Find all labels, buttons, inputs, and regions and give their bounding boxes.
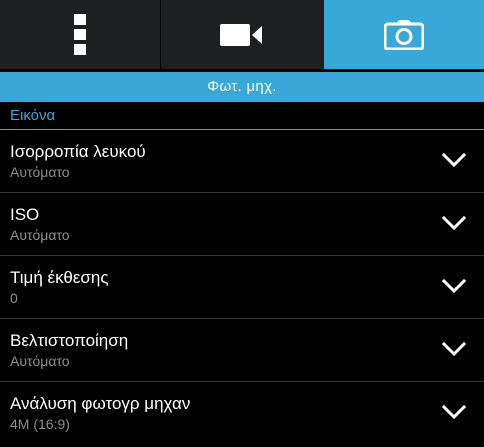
- setting-white-balance[interactable]: Ισορροπία λευκού Αυτόματο: [0, 130, 484, 193]
- setting-title: Τιμή έκθεσης: [10, 268, 109, 287]
- setting-optimization[interactable]: Βελτιστοποίηση Αυτόματο: [0, 319, 484, 382]
- settings-list: Ισορροπία λευκού Αυτόματο ISO Αυτόματο Τ…: [0, 130, 484, 445]
- setting-value: 0: [10, 290, 18, 306]
- vertical-dots-icon: [74, 13, 86, 55]
- chevron-down-icon[interactable]: [442, 278, 466, 294]
- setting-title: Ισορροπία λευκού: [10, 142, 146, 161]
- setting-camera-resolution[interactable]: Ανάλυση φωτογρ μηχαν 4M (16:9): [0, 382, 484, 445]
- chevron-down-icon[interactable]: [442, 152, 466, 168]
- settings-tab-bar: [0, 0, 484, 69]
- setting-title: Ανάλυση φωτογρ μηχαν: [10, 394, 191, 413]
- setting-value: 4M (16:9): [10, 416, 70, 432]
- chevron-down-icon[interactable]: [442, 404, 466, 420]
- setting-value: Αυτόματο: [10, 164, 70, 180]
- setting-value: Αυτόματο: [10, 227, 70, 243]
- tab-video[interactable]: [160, 0, 324, 69]
- setting-iso[interactable]: ISO Αυτόματο: [0, 193, 484, 256]
- mode-title: Φωτ. μηχ.: [207, 78, 277, 95]
- mode-title-bar: Φωτ. μηχ.: [0, 72, 484, 102]
- camera-icon: [384, 19, 424, 50]
- section-header-image: Εικόνα: [0, 102, 484, 130]
- setting-value: Αυτόματο: [10, 353, 70, 369]
- chevron-down-icon[interactable]: [442, 215, 466, 231]
- chevron-down-icon[interactable]: [442, 341, 466, 357]
- tab-more-settings[interactable]: [0, 0, 160, 69]
- setting-title: Βελτιστοποίηση: [10, 331, 129, 350]
- setting-exposure-value[interactable]: Τιμή έκθεσης 0: [0, 256, 484, 319]
- setting-title: ISO: [10, 205, 40, 224]
- video-camera-icon: [220, 23, 262, 46]
- tab-photo[interactable]: [324, 0, 484, 69]
- section-title: Εικόνα: [10, 107, 56, 124]
